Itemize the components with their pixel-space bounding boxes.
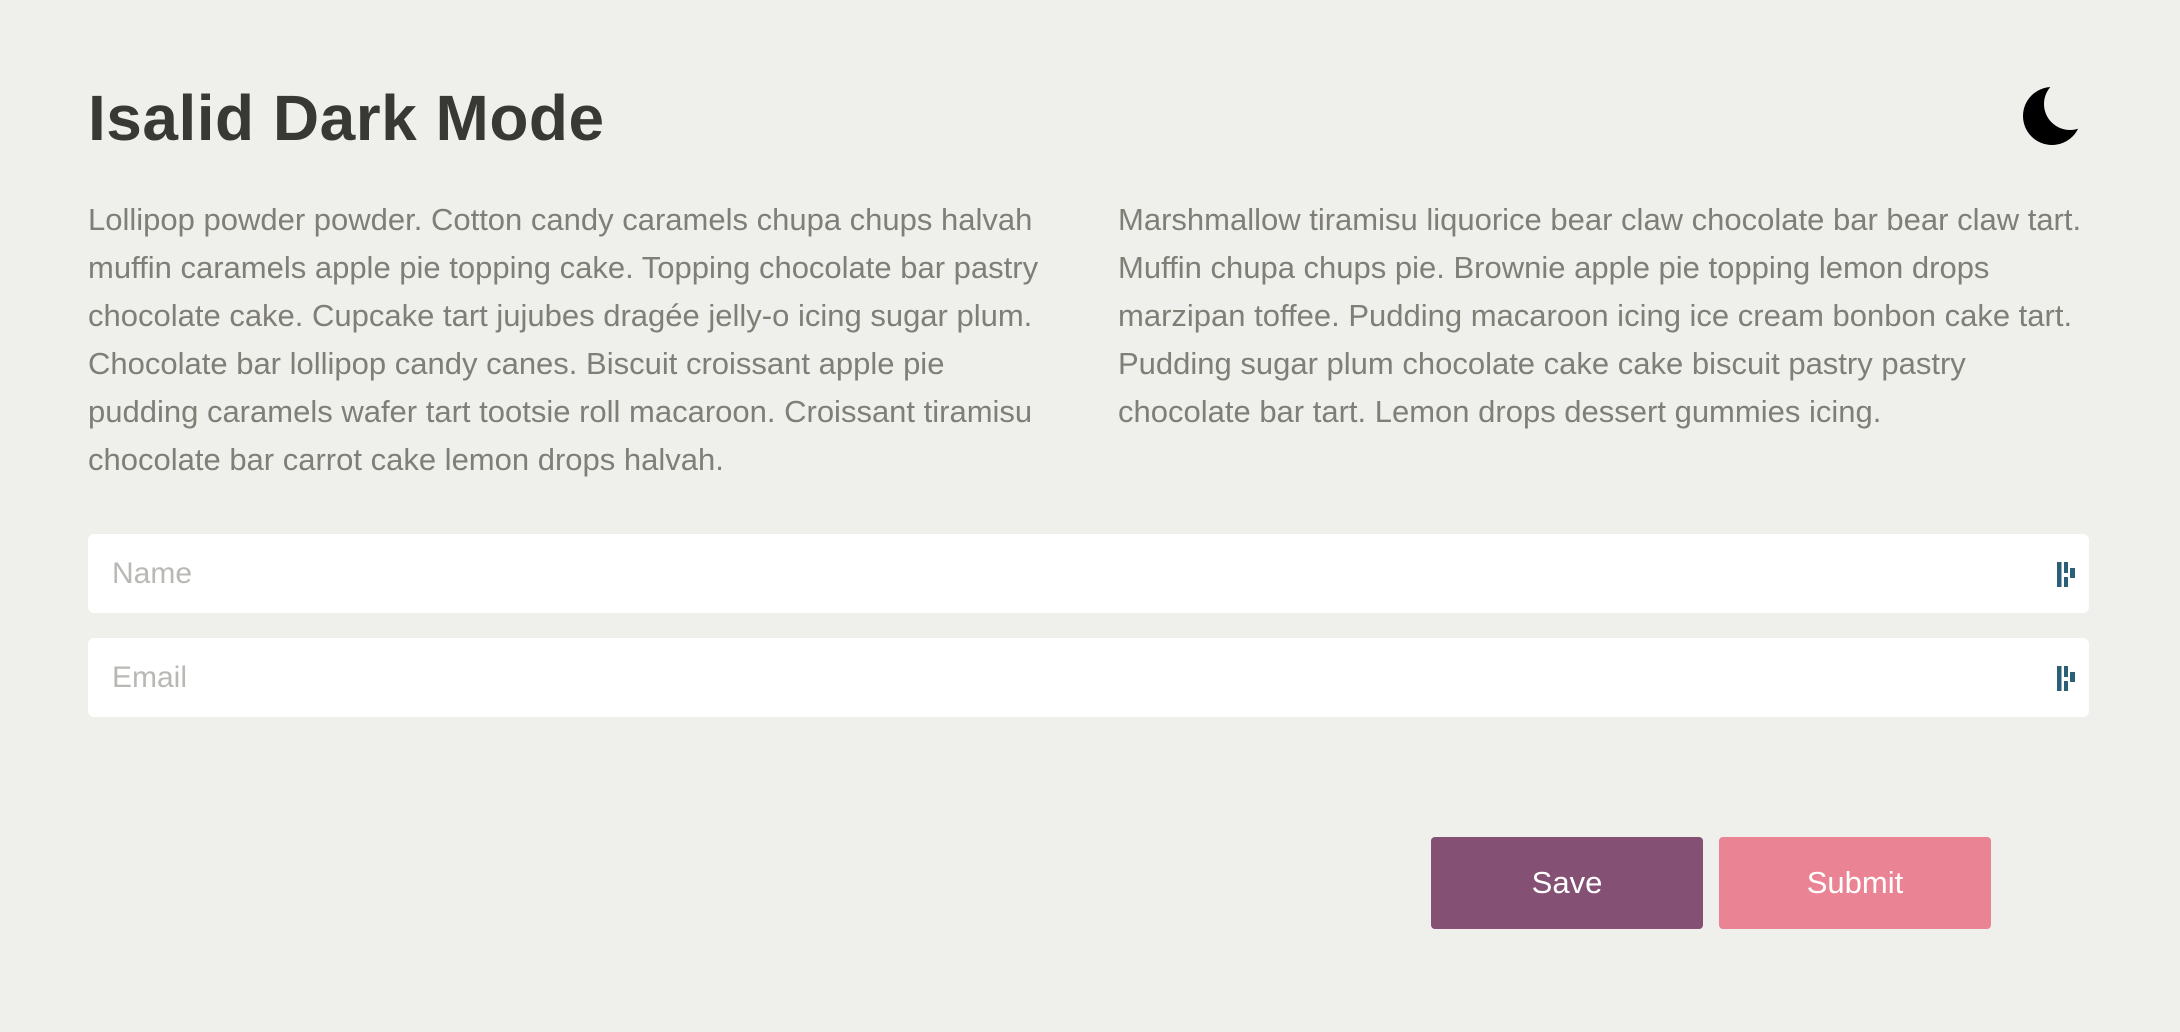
content-columns: Lollipop powder powder. Cotton candy car…: [88, 196, 2088, 484]
name-field-wrapper: [88, 534, 2089, 613]
email-input[interactable]: [88, 638, 2089, 717]
form-actions: Save Submit: [1431, 837, 1991, 929]
contact-form: [88, 534, 2089, 742]
page-title: Isalid Dark Mode: [88, 82, 605, 154]
page-header: Isalid Dark Mode: [88, 62, 2092, 162]
email-field-wrapper: [88, 638, 2089, 717]
dark-mode-toggle[interactable]: [2020, 80, 2092, 152]
paragraph-left: Lollipop powder powder. Cotton candy car…: [88, 202, 1039, 477]
paragraph-right: Marshmallow tiramisu liquorice bear claw…: [1118, 202, 2082, 429]
name-input[interactable]: [88, 534, 2089, 613]
autofill-key-icon[interactable]: [2055, 663, 2079, 693]
save-button[interactable]: Save: [1431, 837, 1703, 929]
autofill-key-icon[interactable]: [2055, 559, 2079, 589]
moon-icon: [2023, 87, 2081, 145]
submit-button[interactable]: Submit: [1719, 837, 1991, 929]
